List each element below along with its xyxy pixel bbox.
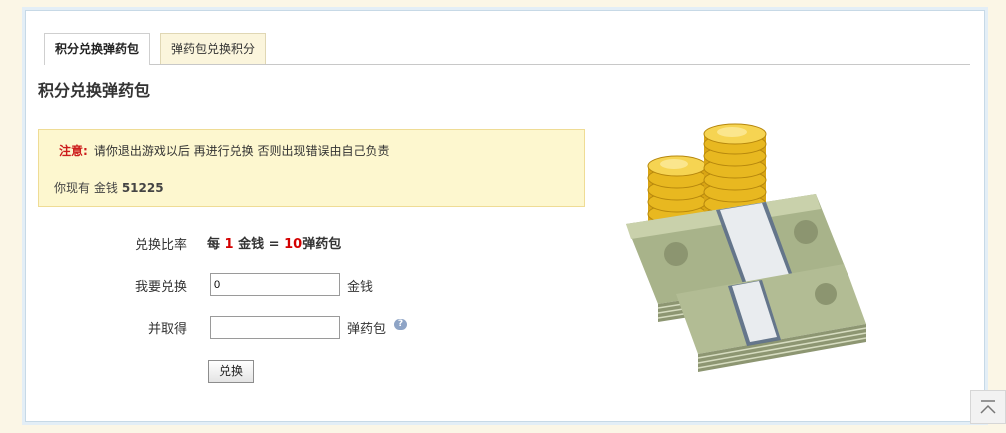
exchange-unit: 金钱	[347, 280, 374, 295]
receive-label: 并取得	[147, 322, 187, 337]
receive-amount-input[interactable]	[210, 316, 340, 339]
rate-to-unit: 弹药包	[302, 237, 342, 252]
tab-ammo-to-points[interactable]: 弹药包兑换积分	[160, 33, 267, 64]
notice-box: 注意: 请你退出游戏以后 再进行兑换 否则出现错误由自己负责 你现有 金钱 5122…	[38, 129, 585, 207]
exchange-button[interactable]: 兑换	[208, 360, 254, 383]
page-title: 积分兑换弹药包	[38, 81, 151, 100]
rate-prefix: 每	[207, 237, 221, 252]
notice-label: 注意:	[59, 144, 88, 158]
rate-to-amount: 10	[284, 237, 303, 252]
tab-points-to-ammo[interactable]: 积分兑换弹药包	[44, 33, 151, 65]
exchange-label: 我要兑换	[134, 280, 187, 295]
balance-value: 51225	[121, 181, 164, 195]
exchange-amount-input[interactable]	[210, 273, 340, 296]
exchange-panel: 积分兑换弹药包 弹药包兑换积分 积分兑换弹药包 注意: 请你退出游戏以后 再进行兑…	[25, 10, 985, 422]
notice-text: 请你退出游戏以后 再进行兑换 否则出现错误由自己负责	[93, 144, 390, 158]
exchange-rate: 每 1 金钱 = 10弹药包	[207, 233, 341, 252]
scroll-top-button[interactable]	[970, 390, 1006, 424]
rate-from-unit: 金钱	[238, 237, 265, 252]
arrow-up-icon	[980, 400, 996, 414]
money-illustration	[616, 114, 876, 376]
notice-warning: 注意: 请你退出游戏以后 再进行兑换 否则出现错误由自己负责	[59, 142, 389, 159]
rate-label: 兑换比率	[134, 238, 187, 253]
rate-from-amount: 1	[224, 237, 234, 252]
rate-equals: =	[268, 237, 280, 252]
balance-prefix: 你现有 金钱	[54, 181, 118, 195]
receive-unit: 弹药包	[347, 322, 387, 337]
question-icon[interactable]: ?	[394, 319, 407, 330]
balance-line: 你现有 金钱 51225	[54, 179, 164, 196]
tab-bar: 积分兑换弹药包 弹药包兑换积分	[44, 33, 970, 65]
